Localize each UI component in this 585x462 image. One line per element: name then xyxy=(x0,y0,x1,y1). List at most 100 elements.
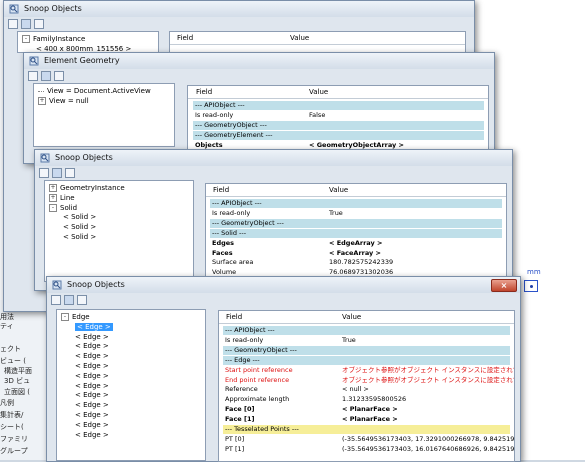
find-icon[interactable] xyxy=(64,295,74,305)
tree-node[interactable]: < Edge > xyxy=(75,352,109,361)
tree-node-label: < Edge > xyxy=(75,322,113,331)
tree-node[interactable]: < Solid > xyxy=(63,213,96,222)
grid-row[interactable]: --- GeometryObject --- xyxy=(223,345,510,355)
field-column-header[interactable]: Field xyxy=(196,86,212,98)
window-title-bar[interactable]: Snoop Objects × xyxy=(47,277,520,293)
tree-node[interactable]: + View = null xyxy=(38,96,89,106)
background-dim-text: mm xyxy=(527,268,541,276)
window-title-bar[interactable]: Snoop Objects xyxy=(4,1,474,17)
grid-row[interactable]: Reference < null > xyxy=(223,385,510,395)
value-column-header[interactable]: Value xyxy=(329,184,348,196)
tree-node[interactable]: View = Document.ActiveView xyxy=(38,87,151,96)
tree-node[interactable]: < Edge > xyxy=(75,421,109,430)
property-grid[interactable]: Field Value xyxy=(169,31,466,53)
grid-row[interactable]: --- APIObject --- xyxy=(210,199,502,208)
tree-node[interactable]: + GeometryInstance xyxy=(49,184,125,193)
tree-node[interactable]: < Edge > xyxy=(75,382,109,391)
snoop-icon[interactable] xyxy=(51,295,61,305)
tree-node[interactable]: < Edge > xyxy=(75,372,109,381)
grid-row[interactable]: --- GeometryObject --- xyxy=(193,120,484,130)
property-grid[interactable]: Field Value --- APIObject --- Is read-only T… xyxy=(205,183,507,285)
tree-node[interactable]: < Edge > xyxy=(75,411,109,420)
value-column-header[interactable]: Value xyxy=(290,32,309,44)
grid-row[interactable]: Face [0] < PlanarFace > xyxy=(223,405,510,415)
grid-row[interactable]: --- GeometryObject --- xyxy=(210,218,502,228)
tree-line-icon xyxy=(38,90,44,92)
grid-row[interactable]: Faces < FaceArray > xyxy=(210,248,502,258)
grid-header[interactable]: Field Value xyxy=(170,32,465,45)
tree-node-label: < Edge > xyxy=(75,401,109,410)
field-column-header[interactable]: Field xyxy=(226,311,242,323)
field-column-header[interactable]: Field xyxy=(177,32,193,44)
row-field: Is read-only xyxy=(225,335,264,344)
grid-row[interactable]: --- GeometryElement --- xyxy=(193,130,484,140)
grid-row[interactable]: Approximate length 1.31233595800526 xyxy=(223,395,510,405)
tree-node[interactable]: - Edge xyxy=(61,313,90,322)
find-icon[interactable] xyxy=(52,168,62,178)
window-title-bar[interactable]: Snoop Objects xyxy=(35,150,512,166)
tree-node[interactable]: < Solid > xyxy=(63,223,96,232)
property-grid[interactable]: Field Value --- APIObject --- Is read-only F… xyxy=(187,85,489,155)
tree-node[interactable]: + Line xyxy=(49,193,75,203)
tree-node[interactable]: < Edge > xyxy=(75,431,109,440)
grid-row[interactable]: Is read-only False xyxy=(193,110,484,120)
tree-node[interactable]: - Solid xyxy=(49,203,77,213)
grid-row[interactable]: PT [1] (-35.5649536173403, 16.01676406869… xyxy=(223,444,514,454)
tree-node[interactable]: < Solid > xyxy=(63,233,96,242)
grid-header[interactable]: Field Value xyxy=(188,86,488,99)
row-field: Face [0] xyxy=(225,405,255,414)
find-icon[interactable] xyxy=(21,19,31,29)
tree-node[interactable]: - FamilyInstance xyxy=(22,35,85,44)
grid-row[interactable]: Is read-only True xyxy=(223,335,510,345)
grid-row[interactable]: End point reference オブジェクト参照がオブジェクト インスタン… xyxy=(223,375,514,385)
tree-node[interactable]: < Edge > xyxy=(75,342,109,351)
tree-node-label: < Edge > xyxy=(75,362,109,370)
collapse-icon[interactable]: - xyxy=(61,313,69,321)
object-tree[interactable]: - Edge < Edge > < Edge > < Edge > < Edge > < E… xyxy=(56,309,206,461)
grid-row[interactable]: Surface area 180.782575242339 xyxy=(210,258,502,268)
tree-node[interactable]: < Edge > xyxy=(75,401,109,410)
object-tree[interactable]: View = Document.ActiveView + View = null xyxy=(33,83,175,147)
grid-row[interactable]: --- Tesselated Points --- xyxy=(223,425,510,434)
copy-icon[interactable] xyxy=(77,295,87,305)
collapse-icon[interactable]: - xyxy=(49,203,57,212)
grid-row[interactable]: --- APIObject --- xyxy=(223,326,510,335)
grid-row[interactable]: --- Edge --- xyxy=(223,355,510,365)
value-column-header[interactable]: Value xyxy=(342,311,361,323)
row-field: End point reference xyxy=(225,375,290,384)
row-value: < EdgeArray > xyxy=(326,238,382,248)
close-icon[interactable]: × xyxy=(491,279,517,292)
grid-row[interactable]: --- APIObject --- xyxy=(193,101,484,110)
find-icon[interactable] xyxy=(41,71,51,81)
value-column-header[interactable]: Value xyxy=(309,86,328,98)
tree-node[interactable]: < Edge > xyxy=(75,333,109,342)
snoop-icon[interactable] xyxy=(28,71,38,81)
field-column-header[interactable]: Field xyxy=(213,184,229,196)
grid-row[interactable]: Edges < EdgeArray > xyxy=(210,238,502,248)
snoop-icon[interactable] xyxy=(39,168,49,178)
grid-row[interactable]: PT [0] (-35.5649536173403, 17.32910002669… xyxy=(223,434,514,444)
grid-row[interactable]: Face [1] < PlanarFace > xyxy=(223,415,510,425)
property-grid[interactable]: Field Value --- APIObject --- Is read-only T… xyxy=(218,310,515,462)
collapse-icon[interactable]: - xyxy=(22,35,30,43)
tree-node[interactable]: < Edge > xyxy=(75,362,109,371)
grid-row[interactable]: --- Solid --- xyxy=(210,228,502,238)
expand-icon[interactable]: + xyxy=(49,193,57,202)
tree-node[interactable]: < Edge > xyxy=(75,322,113,332)
row-value: (-35.5649536173403, 17.3291000266978, 9.… xyxy=(339,434,514,444)
copy-icon[interactable] xyxy=(54,71,64,81)
copy-icon[interactable] xyxy=(65,168,75,178)
tree-node[interactable]: < Edge > xyxy=(75,391,109,400)
copy-icon[interactable] xyxy=(34,19,44,29)
grid-header[interactable]: Field Value xyxy=(206,184,506,197)
expand-icon[interactable]: + xyxy=(38,96,46,105)
object-tree[interactable]: - FamilyInstance < 400 x 800mm_151556 > xyxy=(17,31,159,53)
row-field: --- APIObject --- xyxy=(195,101,245,109)
window-title-bar[interactable]: Element Geometry xyxy=(24,53,494,69)
expand-icon[interactable]: + xyxy=(49,184,57,192)
grid-header[interactable]: Field Value xyxy=(219,311,514,324)
grid-row[interactable]: Is read-only True xyxy=(210,208,502,218)
grid-row[interactable]: Start point reference オブジェクト参照がオブジェクト インス… xyxy=(223,365,514,375)
snoop-icon[interactable] xyxy=(8,19,18,29)
object-tree[interactable]: + GeometryInstance + Line - Solid < Solid > < S… xyxy=(44,180,194,282)
